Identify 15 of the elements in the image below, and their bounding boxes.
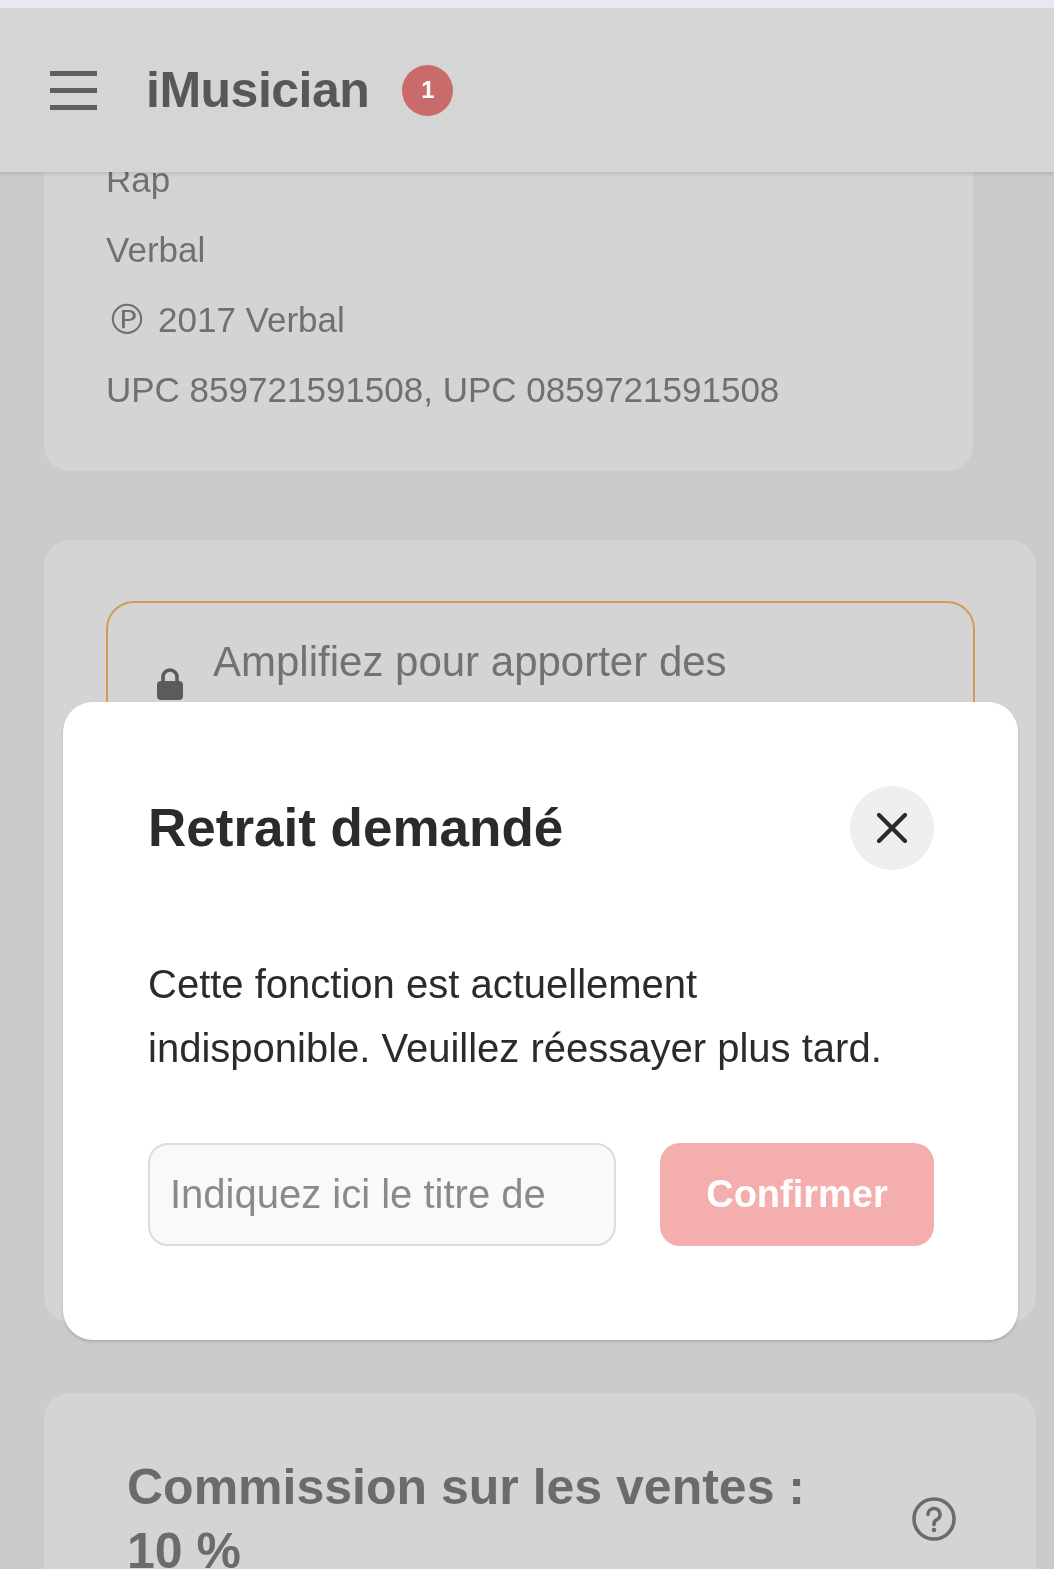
notification-badge: 1	[402, 64, 454, 116]
phonogram-symbol: ℗	[106, 296, 148, 344]
dialog-title: Retrait demandé	[148, 797, 564, 859]
commission-title: Commission sur les ventes : 10 %	[127, 1458, 806, 1569]
upgrade-notice-text: Amplifiez pour apporter des	[213, 637, 727, 687]
detail-text: Verbal	[106, 229, 206, 271]
app-logo[interactable]: iMusician	[146, 61, 370, 119]
lock-icon	[157, 668, 183, 700]
title-input[interactable]: Indiquez ici le titre de	[148, 1143, 616, 1246]
dialog-message: Cette fonction est actuellement indisponible. Veuillez réessayer plus tard.	[148, 961, 883, 1072]
close-icon	[877, 813, 907, 843]
menu-icon[interactable]	[50, 70, 97, 110]
detail-text: UPC 859721591508, UPC 0859721591508	[106, 369, 780, 411]
help-icon[interactable]	[912, 1497, 956, 1541]
copyright-text: 2017 Verbal	[158, 299, 345, 341]
